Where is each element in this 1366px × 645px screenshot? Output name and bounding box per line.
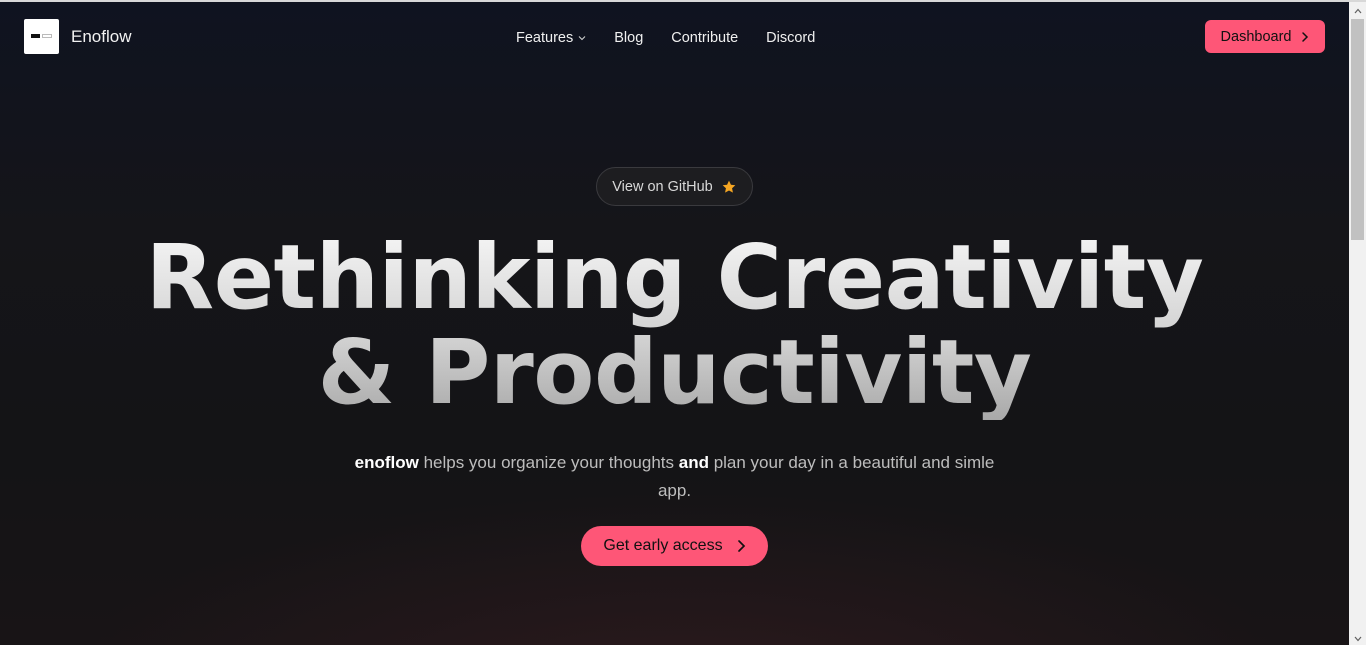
landing-page: Enoflow Features Blog Contribute Discord… — [0, 0, 1366, 645]
brand-name[interactable]: Enoflow — [71, 27, 131, 47]
logo-mark-outline — [42, 34, 52, 38]
github-link-label: View on GitHub — [612, 178, 713, 195]
logo-icon[interactable] — [24, 19, 59, 54]
cta-label: Get early access — [603, 537, 723, 554]
github-link-pill[interactable]: View on GitHub — [596, 167, 753, 206]
scrollbar-thumb[interactable] — [1351, 19, 1364, 240]
dashboard-button-label: Dashboard — [1220, 28, 1292, 45]
vertical-scrollbar[interactable] — [1349, 2, 1366, 645]
star-icon — [722, 180, 736, 193]
logo-mark — [31, 34, 40, 38]
main-nav: Features Blog Contribute Discord — [516, 28, 815, 48]
hero-subtext: enoflow helps you organize your thoughts… — [350, 449, 999, 505]
subtext-part-2: plan your day in a beautiful and simle a… — [657, 453, 995, 500]
nav-item-label: Blog — [614, 30, 644, 46]
scroll-down-arrow-icon[interactable] — [1349, 630, 1366, 645]
nav-item-contribute[interactable]: Contribute — [671, 30, 738, 46]
headline-line-1: Rethinking Creativity — [145, 225, 1204, 329]
nav-item-blog[interactable]: Blog — [614, 30, 643, 46]
subtext-and: and — [678, 453, 709, 472]
hero-headline: Rethinking Creativity & Productivity — [0, 230, 1349, 420]
scroll-up-arrow-icon[interactable] — [1349, 2, 1366, 19]
nav-item-label: Discord — [766, 30, 816, 46]
dashboard-button[interactable]: Dashboard — [1205, 20, 1325, 53]
subtext-part-1: helps you organize your thoughts — [418, 453, 679, 472]
site-header: Enoflow Features Blog Contribute Discord… — [0, 2, 1349, 74]
chevron-right-icon — [737, 540, 745, 552]
headline-line-2: & Productivity — [317, 320, 1032, 424]
nav-item-discord[interactable]: Discord — [766, 30, 815, 46]
chevron-right-icon — [1302, 31, 1309, 42]
chevron-down-icon — [578, 36, 586, 41]
get-early-access-button[interactable]: Get early access — [581, 526, 768, 566]
nav-item-features[interactable]: Features — [516, 30, 586, 46]
subtext-brand: enoflow — [354, 453, 419, 472]
nav-item-label: Features — [516, 30, 574, 46]
nav-item-label: Contribute — [671, 30, 739, 46]
